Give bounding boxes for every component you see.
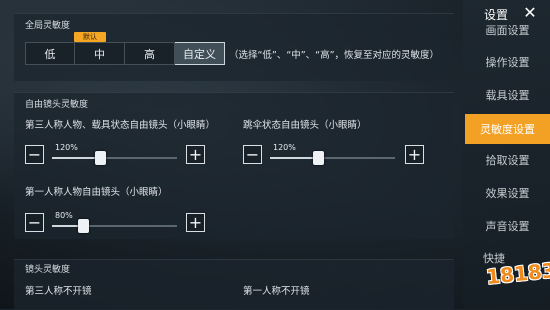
nav-item-sensitivity[interactable]: 灵敏度设置 [465,114,550,144]
plus-icon: + [188,145,203,164]
preset-low-button[interactable]: 低 [25,42,75,65]
slider-thumb-third-person[interactable] [94,151,106,165]
slider-label-third-person: 第三人称人物、载具状态自由镜头（小眼睛） [25,120,216,131]
sensitivity-preset-group: 低 中 高 自定义 [25,42,225,65]
preset-custom-button[interactable]: 自定义 [175,42,225,65]
minus-icon: − [27,213,42,232]
nav-item-pickup[interactable]: 拾取设置 [465,146,550,174]
default-badge: 默认 [74,32,106,42]
nav-item-audio[interactable]: 声音设置 [465,212,550,240]
slider-label-first-person: 第一人称人物自由镜头（小眼睛） [25,187,168,198]
lens-sensitivity-title: 镜头灵敏度 [25,265,71,275]
nav-item-graphics[interactable]: 画面设置 [465,16,550,44]
slider-third-person[interactable] [52,151,177,165]
slider-thumb-parachute[interactable] [312,151,324,165]
minus-icon: − [27,145,42,164]
third-person-no-scope-label: 第三人称不开镜 [25,286,92,297]
slider-parachute[interactable] [270,151,395,165]
slider-fill-third-person [52,157,100,159]
slider-value-first-person: 80% [55,211,73,220]
minus-button-first-person[interactable]: − [25,213,44,232]
slider-value-parachute: 120% [273,143,296,152]
plus-button-parachute[interactable]: + [405,145,424,164]
plus-button-third-person[interactable]: + [186,145,205,164]
slider-value-third-person: 120% [55,143,78,152]
preset-medium-button[interactable]: 中 [75,42,125,65]
global-sensitivity-title: 全局灵敏度 [25,21,71,31]
plus-icon: + [407,145,422,164]
minus-icon: − [245,145,260,164]
slider-first-person[interactable] [52,219,177,233]
plus-button-first-person[interactable]: + [186,213,205,232]
slider-fill-parachute [270,157,318,159]
first-person-no-scope-label: 第一人称不开镜 [243,286,310,297]
free-look-panel [14,92,454,239]
nav-item-controls[interactable]: 操作设置 [465,48,550,76]
minus-button-parachute[interactable]: − [243,145,262,164]
watermark-logo: 18183 [485,257,550,290]
plus-icon: + [188,213,203,232]
nav-item-effects[interactable]: 效果设置 [465,179,550,207]
minus-button-third-person[interactable]: − [25,145,44,164]
preset-high-button[interactable]: 高 [125,42,175,65]
slider-label-parachute: 跳伞状态自由镜头（小眼睛） [243,120,367,131]
preset-hint: （选择“低”、“中”、“高”，恢复至对应的灵敏度） [229,50,440,61]
free-look-title: 自由镜头灵敏度 [25,100,89,110]
nav-item-vehicle[interactable]: 载具设置 [465,81,550,109]
slider-thumb-first-person[interactable] [78,219,90,233]
